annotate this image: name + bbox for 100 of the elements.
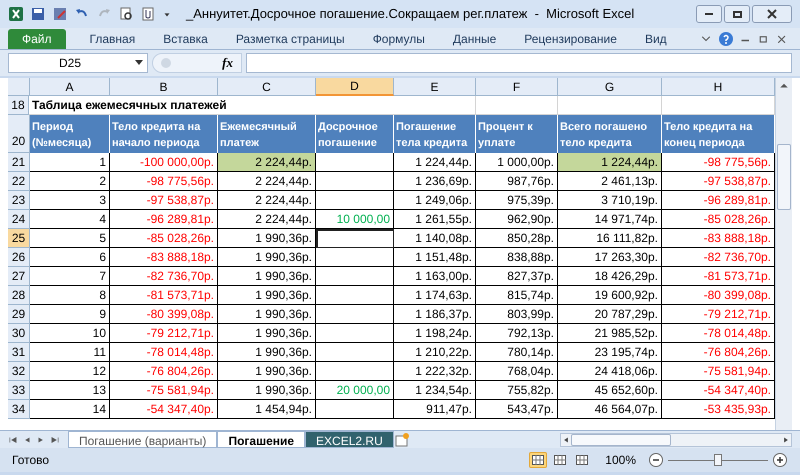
column-header[interactable]: F [476, 78, 558, 96]
sheet-tab[interactable]: Погашение [217, 431, 306, 448]
save-as-icon[interactable] [52, 6, 68, 22]
row-header[interactable]: 21 [8, 153, 30, 172]
table-cell: 14 [30, 400, 110, 419]
table-cell: 1 236,69р. [394, 172, 476, 191]
horizontal-scroll-thumb[interactable] [570, 434, 671, 446]
table-cell: 23 195,74р. [558, 343, 662, 362]
table-cell: 1 990,36р. [218, 381, 316, 400]
row-header[interactable]: 29 [8, 305, 30, 324]
table-cell: 1 186,37р. [394, 305, 476, 324]
insert-sheet-icon[interactable] [394, 432, 410, 448]
table-cell: 1 198,24р. [394, 324, 476, 343]
ribbon-tab[interactable]: Главная [76, 29, 150, 49]
table-cell: 1 261,55р. [394, 210, 476, 229]
close-button[interactable] [752, 5, 792, 23]
column-header[interactable]: G [558, 78, 662, 96]
row-header[interactable]: 24 [8, 210, 30, 229]
ribbon-tab[interactable]: Рецензирование [510, 29, 631, 49]
row-header[interactable]: 32 [8, 362, 30, 381]
table-cell: 1 990,36р. [218, 362, 316, 381]
table-cell: 1 234,54р. [394, 381, 476, 400]
column-header[interactable]: E [394, 78, 476, 96]
table-cell: 2 224,44р. [218, 210, 316, 229]
restore-button[interactable] [724, 5, 750, 23]
table-cell: 7 [30, 267, 110, 286]
table-cell: 1 [30, 153, 110, 172]
column-heading: Тело кредита на начало периода [110, 115, 218, 153]
zoom-slider[interactable] [668, 454, 768, 466]
table-cell: 24 418,06р. [558, 362, 662, 381]
row-header[interactable]: 18 [8, 96, 29, 115]
insert-function-button[interactable]: fx [222, 53, 233, 73]
row-header[interactable]: 30 [8, 324, 30, 343]
close-icon [767, 9, 777, 19]
minimize-button[interactable] [696, 5, 722, 23]
attach-icon[interactable] [140, 6, 156, 22]
row-header[interactable]: 27 [8, 267, 30, 286]
excel-logo-icon[interactable] [8, 6, 24, 22]
table-cell: 10 000,00 [316, 210, 394, 229]
table-cell: 755,82р. [476, 381, 558, 400]
print-preview-icon[interactable] [118, 6, 134, 22]
row-header[interactable]: 23 [8, 191, 30, 210]
column-header[interactable]: B [110, 78, 218, 96]
table-cell: -96 289,81р. [110, 210, 218, 229]
table-cell: 1 454,94р. [218, 400, 316, 419]
table-cell: -96 289,81р. [662, 191, 775, 210]
table-cell: -83 888,18р. [662, 229, 775, 248]
name-box[interactable]: D25 [8, 53, 148, 73]
table-cell: 12 [30, 362, 110, 381]
row-header[interactable]: 20 [8, 115, 30, 153]
zoom-out-icon[interactable] [648, 452, 664, 468]
column-heading: Период (№месяца) [30, 115, 110, 153]
column-heading: Ежемесячный платеж [218, 115, 316, 153]
table-cell: 1 990,36р. [218, 305, 316, 324]
view-button[interactable] [529, 452, 548, 468]
ribbon-tab[interactable]: Вид [630, 29, 681, 49]
ribbon-tab[interactable]: Вставка [149, 29, 222, 49]
table-cell: 962,90р. [476, 210, 558, 229]
zoom-level[interactable]: 100% [605, 451, 636, 469]
row-header[interactable]: 33 [8, 381, 30, 400]
column-header[interactable]: A [30, 78, 110, 96]
table-cell: 11 [30, 343, 110, 362]
ribbon-tab[interactable]: Формулы [358, 29, 439, 49]
row-header[interactable]: 28 [8, 286, 30, 305]
table-cell: 850,28р. [476, 229, 558, 248]
file-tab[interactable]: Файл [8, 29, 66, 49]
table-cell: -98 775,56р. [110, 172, 218, 191]
sheet-tab[interactable]: EXCEL2.RU [305, 431, 394, 448]
ribbon-tab[interactable]: Разметка страницы [222, 29, 359, 49]
save-icon[interactable] [30, 6, 46, 22]
table-cell: -76 804,26р. [662, 343, 775, 362]
ribbon-tab[interactable]: Данные [438, 29, 510, 49]
sheet-tab[interactable]: Погашение (варианты) [68, 431, 218, 448]
column-heading: Досрочное погашение [316, 115, 394, 153]
table-cell: -79 212,71р. [110, 324, 218, 343]
table-cell: 543,47р. [476, 400, 558, 419]
table-cell: 1 140,08р. [394, 229, 476, 248]
row-header[interactable]: 26 [8, 248, 30, 267]
table-cell: 2 224,44р. [218, 191, 316, 210]
row-header[interactable]: 31 [8, 343, 30, 362]
table-cell: -97 538,87р. [110, 191, 218, 210]
scroll-thumb[interactable] [777, 144, 792, 210]
table-cell: 1 224,44р. [394, 153, 476, 172]
table-cell: -97 538,87р. [662, 172, 775, 191]
table-cell: -80 399,08р. [662, 286, 775, 305]
row-header[interactable]: 22 [8, 172, 30, 191]
table-cell: 1 249,06р. [394, 191, 476, 210]
row-header[interactable]: 25 [8, 229, 30, 248]
table-cell: 838,88р. [476, 248, 558, 267]
row-header[interactable]: 34 [8, 400, 30, 419]
table-cell: -75 581,94р. [662, 362, 775, 381]
table-cell: -54 347,40р. [662, 381, 775, 400]
table-cell: -82 736,70р. [110, 267, 218, 286]
column-header[interactable]: D [316, 78, 394, 96]
table-cell: -85 028,26р. [662, 210, 775, 229]
formula-input[interactable] [246, 53, 792, 73]
zoom-in-icon[interactable] [772, 452, 788, 468]
help-icon[interactable] [718, 31, 734, 47]
table-cell: 46 564,07р. [558, 400, 662, 419]
table-cell: -81 573,71р. [662, 267, 775, 286]
